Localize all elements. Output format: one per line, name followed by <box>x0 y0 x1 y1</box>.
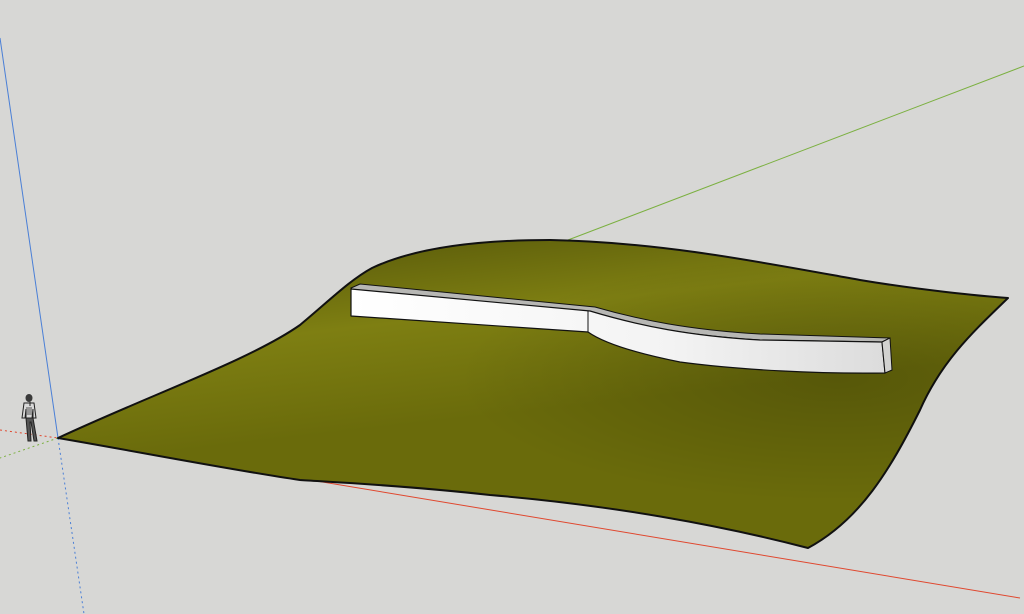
terrain-shading <box>58 240 1008 548</box>
scene-canvas[interactable] <box>0 0 1024 614</box>
modeling-viewport[interactable] <box>0 0 1024 614</box>
blue-axis-hidden <box>57 437 85 614</box>
scale-figure[interactable] <box>21 394 38 442</box>
green-axis <box>567 65 1024 241</box>
blue-axis <box>0 37 59 439</box>
person-icon <box>21 394 38 442</box>
